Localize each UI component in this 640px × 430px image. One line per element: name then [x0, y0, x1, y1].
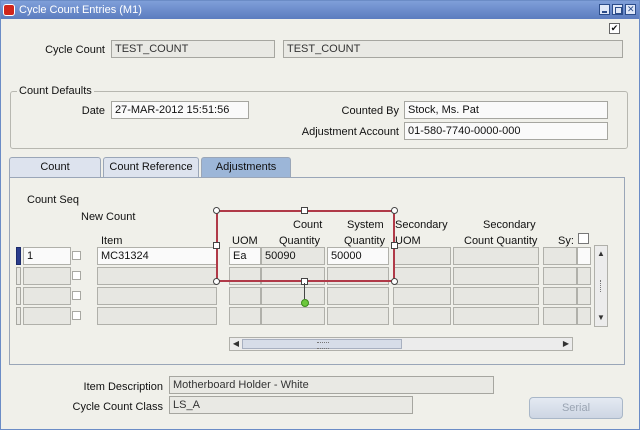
- date-label: Date: [81, 105, 105, 117]
- col-header-secondary-count-line1: Secondary: [483, 219, 536, 231]
- table-row-system-quantity[interactable]: [327, 287, 389, 305]
- table-row-count-seq[interactable]: [23, 267, 71, 285]
- row-indicator[interactable]: [16, 307, 21, 325]
- minimize-icon[interactable]: [599, 4, 610, 15]
- tab-count-reference[interactable]: Count Reference: [103, 157, 199, 177]
- column-select-box[interactable]: [578, 233, 589, 244]
- table-row-sys[interactable]: [543, 287, 577, 305]
- table-row-count-quantity[interactable]: [261, 307, 325, 325]
- scroll-down-arrow-icon[interactable]: ▼: [595, 312, 607, 324]
- scroll-left-arrow-icon[interactable]: ◀: [230, 338, 242, 350]
- vertical-scrollbar[interactable]: ▲ ▼: [594, 245, 608, 327]
- counted-by-field[interactable]: Stock, Ms. Pat: [404, 101, 608, 119]
- horizontal-scrollbar[interactable]: ◀ ▶: [229, 337, 573, 351]
- new-count-checkbox[interactable]: [72, 251, 81, 260]
- cycle-count-label: Cycle Count: [45, 44, 105, 56]
- table-row-secondary-uom[interactable]: [393, 267, 451, 285]
- resize-handle-right[interactable]: [391, 242, 398, 249]
- scroll-thumb[interactable]: [242, 339, 402, 349]
- scroll-up-arrow-icon[interactable]: ▲: [595, 248, 607, 260]
- new-count-checkbox[interactable]: [72, 311, 81, 320]
- table-row-extra[interactable]: [577, 247, 591, 265]
- new-count-checkbox[interactable]: [72, 291, 81, 300]
- table-row-secondary-uom[interactable]: [393, 307, 451, 325]
- resize-handle-top-left[interactable]: [213, 207, 220, 214]
- table-row-item[interactable]: [97, 267, 217, 285]
- col-header-sys-truncated: Sy:: [558, 235, 574, 247]
- oracle-app-icon: [3, 4, 15, 16]
- table-row-secondary-count[interactable]: [453, 307, 539, 325]
- table-row-secondary-uom[interactable]: [393, 247, 451, 265]
- resize-handle-top-right[interactable]: [391, 207, 398, 214]
- row-indicator[interactable]: [16, 267, 21, 285]
- table-row-uom[interactable]: [229, 307, 261, 325]
- counted-by-label: Counted By: [341, 105, 399, 117]
- table-row-sys[interactable]: [543, 247, 577, 265]
- item-description-label: Item Description: [83, 381, 163, 393]
- adjustment-account-label: Adjustment Account: [301, 126, 399, 138]
- cycle-count-window: Cycle Count Entries (M1) ✔ Cycle Count T…: [0, 0, 640, 430]
- col-header-secondary-uom-line2: UOM: [395, 235, 421, 247]
- table-row-count-seq[interactable]: 1: [23, 247, 71, 265]
- cycle-count-field[interactable]: TEST_COUNT: [111, 40, 275, 58]
- table-row-secondary-count[interactable]: [453, 267, 539, 285]
- resize-handle-bottom-right[interactable]: [391, 278, 398, 285]
- col-header-item: Item: [101, 235, 123, 247]
- col-header-secondary-count-line2: Count Quantity: [464, 235, 538, 247]
- resize-handle-top[interactable]: [301, 207, 308, 214]
- row-indicator[interactable]: [16, 287, 21, 305]
- rotation-handle-icon[interactable]: [301, 299, 309, 307]
- title-bar: Cycle Count Entries (M1): [1, 1, 639, 19]
- item-description-field[interactable]: Motherboard Holder - White: [169, 376, 494, 394]
- scroll-grip-icon: [600, 280, 602, 292]
- table-row-count-quantity[interactable]: [261, 287, 325, 305]
- rotation-connector: [304, 283, 305, 299]
- table-row-secondary-count[interactable]: [453, 287, 539, 305]
- new-count-checkbox[interactable]: [72, 271, 81, 280]
- table-row-item[interactable]: [97, 287, 217, 305]
- cycle-count-description-field[interactable]: TEST_COUNT: [283, 40, 623, 58]
- date-field[interactable]: 27-MAR-2012 15:51:56: [111, 101, 249, 119]
- table-row-item[interactable]: MC31324: [97, 247, 217, 265]
- table-row-count-seq[interactable]: [23, 287, 71, 305]
- col-header-new-count: New Count: [81, 211, 136, 223]
- table-row-extra[interactable]: [577, 307, 591, 325]
- serial-button[interactable]: Serial: [529, 397, 623, 419]
- scroll-right-arrow-icon[interactable]: ▶: [560, 338, 572, 350]
- table-row-secondary-count[interactable]: [453, 247, 539, 265]
- table-row-count-seq[interactable]: [23, 307, 71, 325]
- count-defaults-title: Count Defaults: [17, 85, 94, 97]
- selection-rectangle: [216, 210, 395, 282]
- table-row-uom[interactable]: [229, 287, 261, 305]
- table-row-system-quantity[interactable]: [327, 307, 389, 325]
- count-defaults-group: [10, 91, 628, 149]
- table-row-item[interactable]: [97, 307, 217, 325]
- col-header-count-seq: Count Seq: [27, 194, 79, 206]
- table-row-extra[interactable]: [577, 267, 591, 285]
- tab-adjustments[interactable]: Adjustments: [201, 157, 291, 177]
- table-row-sys[interactable]: [543, 267, 577, 285]
- table-row-sys[interactable]: [543, 307, 577, 325]
- maximize-icon[interactable]: [612, 4, 623, 15]
- resize-handle-left[interactable]: [213, 242, 220, 249]
- tab-count[interactable]: Count: [9, 157, 101, 177]
- window-title: Cycle Count Entries (M1): [19, 4, 142, 16]
- cycle-count-class-field[interactable]: LS_A: [169, 396, 413, 414]
- cycle-count-class-label: Cycle Count Class: [72, 401, 163, 413]
- adjustment-account-field[interactable]: 01-580-7740-0000-000: [404, 122, 608, 140]
- checkmark-icon[interactable]: ✔: [609, 23, 620, 34]
- col-header-secondary-uom-line1: Secondary: [395, 219, 448, 231]
- table-row-secondary-uom[interactable]: [393, 287, 451, 305]
- resize-handle-bottom-left[interactable]: [213, 278, 220, 285]
- table-row-extra[interactable]: [577, 287, 591, 305]
- close-icon[interactable]: [625, 4, 636, 15]
- row-indicator-current[interactable]: [16, 247, 21, 265]
